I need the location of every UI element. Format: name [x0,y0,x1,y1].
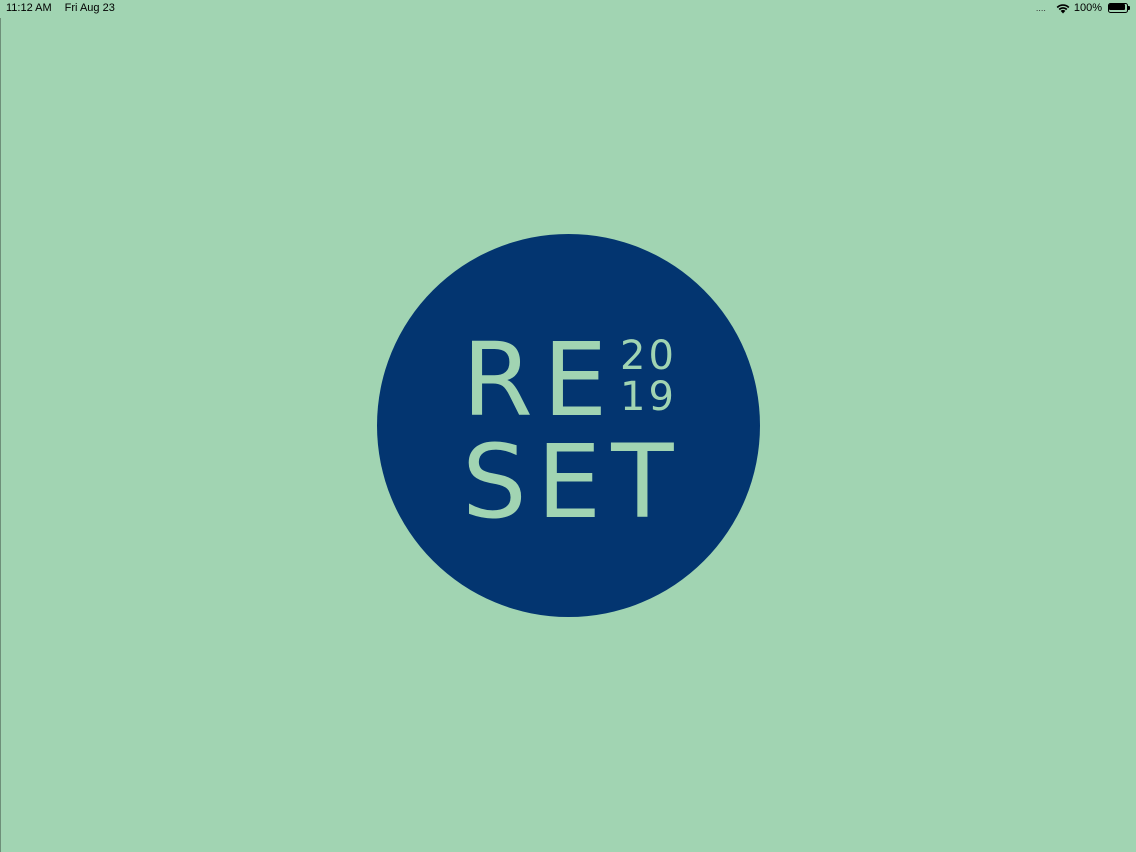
battery-icon [1108,3,1130,13]
status-right: .... 100% [1036,2,1130,14]
signal-dots: .... [1035,2,1046,13]
logo-text-set: SET [462,423,684,542]
logo-text-re: RE [462,321,618,440]
status-time: 11:12 AM [6,2,52,14]
logo-year-top: 20 [620,333,677,379]
status-date: Fri Aug 23 [64,2,115,14]
window-edge [0,18,1,852]
logo-year-bottom: 19 [620,374,677,420]
wifi-icon [1056,3,1070,14]
status-bar: 11:12 AM Fri Aug 23 .... 100% [0,0,1136,18]
reset-2019-logo: RE 20 19 SET [377,234,760,617]
status-left: 11:12 AM Fri Aug 23 [6,2,115,14]
battery-percent: 100% [1073,2,1102,14]
